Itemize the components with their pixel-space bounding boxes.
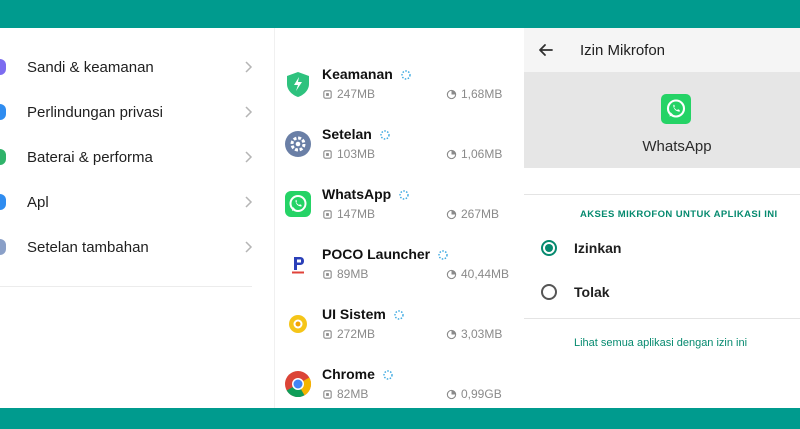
app-name: WhatsApp (322, 186, 409, 202)
lock-icon (0, 59, 6, 75)
chevron-right-icon (245, 196, 253, 208)
memory-stat: 272MB (322, 327, 375, 341)
menu-item-password-security[interactable]: Sandi & keamanan (0, 47, 262, 87)
gear-icon (285, 131, 311, 157)
back-arrow-icon[interactable] (536, 40, 556, 60)
menu-item-label: Perlindungan privasi (27, 103, 163, 121)
loading-spinner-icon (383, 370, 393, 380)
radio-button[interactable] (541, 284, 557, 300)
chip-icon (323, 149, 332, 159)
pie-icon (446, 209, 457, 219)
storage-stat: 0,99GB (446, 387, 502, 401)
whatsapp-icon (661, 94, 691, 124)
memory-stat: 82MB (322, 387, 368, 401)
chevron-right-icon (245, 241, 253, 253)
menu-item-label: Setelan tambahan (27, 238, 149, 256)
app-name: POCO Launcher (322, 246, 448, 262)
chip-icon (323, 389, 332, 399)
settings-menu: Sandi & keamanan Perlindungan privasi Ba… (0, 28, 274, 408)
storage-stat: 1,06MB (446, 147, 502, 161)
poco-launcher-icon (289, 253, 307, 275)
chevron-right-icon (245, 61, 253, 73)
app-name: Setelan (322, 126, 390, 142)
divider (0, 286, 252, 287)
menu-item-privacy[interactable]: Perlindungan privasi (0, 92, 262, 132)
loading-spinner-icon (394, 310, 404, 320)
section-header: AKSES MIKROFON UNTUK APLIKASI INI (580, 209, 778, 220)
option-label: Izinkan (574, 240, 622, 256)
apps-icon (0, 194, 6, 210)
memory-stat: 147MB (322, 207, 375, 221)
privacy-icon (0, 104, 6, 120)
app-name: UI Sistem (322, 306, 404, 322)
app-row-ui-sistem[interactable]: UI Sistem 272MB 3,03MB (275, 304, 525, 364)
loading-spinner-icon (399, 190, 409, 200)
loading-spinner-icon (380, 130, 390, 140)
pie-icon (446, 89, 457, 99)
pie-icon (446, 269, 457, 279)
chevron-right-icon (245, 106, 253, 118)
option-deny[interactable]: Tolak (524, 275, 800, 309)
memory-stat: 103MB (322, 147, 375, 161)
app-row-keamanan[interactable]: Keamanan 247MB 1,68MB (275, 64, 525, 124)
storage-stat: 40,44MB (446, 267, 509, 281)
app-row-chrome[interactable]: Chrome 82MB 0,99GB (275, 364, 525, 408)
app-bar: Izin Mikrofon (524, 28, 800, 72)
loading-spinner-icon (438, 250, 448, 260)
memory-stat: 247MB (322, 87, 375, 101)
menu-item-additional-settings[interactable]: Setelan tambahan (0, 227, 262, 267)
loading-spinner-icon (401, 70, 411, 80)
see-all-apps-link[interactable]: Lihat semua aplikasi dengan izin ini (574, 337, 747, 349)
microphone-permission-panel: Izin Mikrofon WhatsApp AKSES MIKROFON UN… (524, 28, 800, 408)
battery-icon (0, 149, 6, 165)
app-row-poco-launcher[interactable]: POCO Launcher 89MB 40,44MB (275, 244, 525, 304)
more-settings-icon (0, 239, 6, 255)
memory-stat: 89MB (322, 267, 368, 281)
menu-item-label: Sandi & keamanan (27, 58, 154, 76)
storage-stat: 3,03MB (446, 327, 502, 341)
divider (524, 194, 800, 195)
chip-icon (323, 89, 332, 99)
menu-item-battery[interactable]: Baterai & performa (0, 137, 262, 177)
app-name: Keamanan (322, 66, 411, 82)
menu-item-label: Baterai & performa (27, 148, 153, 166)
chip-icon (323, 209, 332, 219)
page-title: Izin Mikrofon (580, 42, 666, 59)
storage-stat: 1,68MB (446, 87, 502, 101)
menu-item-apps[interactable]: Apl (0, 182, 262, 222)
app-row-whatsapp[interactable]: WhatsApp 147MB 267MB (275, 184, 525, 244)
option-allow[interactable]: Izinkan (524, 231, 800, 265)
option-label: Tolak (574, 284, 610, 300)
radio-button-selected[interactable] (541, 240, 557, 256)
chip-icon (323, 329, 332, 339)
app-header-card: WhatsApp (524, 72, 800, 168)
divider (524, 318, 800, 319)
chrome-icon (285, 371, 312, 398)
pie-icon (446, 389, 457, 399)
app-name: WhatsApp (642, 138, 712, 155)
menu-item-label: Apl (27, 193, 49, 211)
pie-icon (446, 329, 457, 339)
chevron-right-icon (245, 151, 253, 163)
screenshot-frame: Sandi & keamanan Perlindungan privasi Ba… (0, 28, 800, 408)
app-row-setelan[interactable]: Setelan 103MB 1,06MB (275, 124, 525, 184)
whatsapp-icon (285, 191, 311, 217)
running-apps-list: Keamanan 247MB 1,68MB Setelan 103MB 1,06… (274, 28, 524, 408)
pie-icon (446, 149, 457, 159)
chip-icon (323, 269, 332, 279)
shield-icon (287, 72, 309, 97)
storage-stat: 267MB (446, 207, 499, 221)
system-ui-icon (289, 315, 307, 333)
app-name: Chrome (322, 366, 393, 382)
